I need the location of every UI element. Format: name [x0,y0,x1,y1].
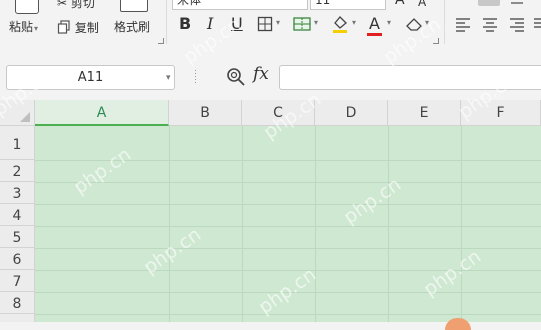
select-all-icon [20,112,30,122]
gridline [35,226,541,227]
ribbon-separator [166,0,167,44]
row-header-4[interactable]: 4 [0,204,35,226]
column-header-c[interactable]: C [242,100,315,126]
font-size-select[interactable]: 11 [310,0,386,10]
gridline [35,292,541,293]
eraser-dropdown-icon[interactable]: ▾ [425,18,429,27]
formula-input[interactable] [279,65,541,90]
fill-color-dropdown-icon[interactable]: ▾ [352,18,356,27]
gridline [35,160,541,161]
font-name-value: 宋体 [177,0,202,7]
paste-icon[interactable] [15,0,39,14]
paste-button[interactable]: 粘贴▾ [9,20,38,36]
row-header-2[interactable]: 2 [0,160,35,182]
row-header-8[interactable]: 8 [0,292,35,314]
row-header-3[interactable]: 3 [0,182,35,204]
column-header-b[interactable]: B [169,100,242,126]
insert-function-button[interactable]: fx [253,64,269,84]
merge-cells-icon[interactable] [293,16,311,32]
font-color-dropdown-icon[interactable]: ▾ [387,18,391,27]
gridline [35,248,541,249]
row-header-1[interactable]: 1 [0,126,35,160]
align-left-icon[interactable] [455,16,471,32]
copy-button[interactable]: 复制 [57,20,99,35]
fill-color-icon[interactable] [331,14,349,34]
font-name-select[interactable]: 宋体 [172,0,308,10]
align-center-icon[interactable] [482,16,498,32]
column-header-e[interactable]: E [388,100,461,126]
underline-button[interactable]: U [231,14,243,34]
row-header-9[interactable] [0,314,35,322]
paste-caret-icon: ▾ [34,24,39,33]
column-header-a[interactable]: A [35,100,169,126]
column-header-f[interactable]: F [461,100,541,126]
cut-label: 剪切 [70,0,95,10]
merge-dropdown-icon[interactable]: ▾ [314,18,318,27]
cell-reference: A11 [77,70,104,85]
font-color-button[interactable]: A [369,14,380,34]
format-painter-icon[interactable] [120,0,148,12]
zoom-search-icon[interactable] [226,67,246,87]
select-all-button[interactable] [0,100,35,126]
spreadsheet-grid: A B C D E F 1 2 3 4 5 6 7 8 [0,100,541,322]
font-color-swatch [367,33,382,36]
scissors-icon: ✂ [57,0,68,10]
borders-dropdown-icon[interactable]: ▾ [276,18,280,27]
gridline [35,270,541,271]
gridline [35,204,541,205]
bold-button[interactable]: B [179,14,191,34]
copy-icon [57,20,70,34]
format-painter-label: 格式刷 [114,20,151,34]
name-box-dropdown-icon[interactable]: ▾ [166,73,171,83]
formula-bar-separator [195,70,196,84]
borders-icon[interactable] [257,16,273,32]
ribbon-toolbar: 粘贴▾ ✂ 剪切 复制 格式刷 宋体 11 A A B I U ▾ ▾ ▾ A … [0,0,541,53]
shrink-font-button[interactable]: A [418,0,426,12]
name-box[interactable]: A11 [6,65,175,90]
clipboard-dialog-launcher-icon[interactable] [158,38,164,44]
copy-label: 复制 [74,21,99,35]
grow-font-button[interactable]: A [395,0,405,10]
row-header-7[interactable]: 7 [0,270,35,292]
format-painter-button[interactable]: 格式刷 [114,20,150,34]
gridline [35,314,541,315]
gridline [35,182,541,183]
eraser-icon[interactable] [405,16,423,32]
align-right-icon[interactable] [509,16,525,32]
column-header-d[interactable]: D [315,100,388,126]
align-middle-icon[interactable] [509,0,525,6]
row-header-5[interactable]: 5 [0,226,35,248]
justify-icon[interactable] [533,16,541,32]
row-header-6[interactable]: 6 [0,248,35,270]
cut-button[interactable]: ✂ 剪切 [57,0,95,11]
align-top-button[interactable] [478,0,500,6]
font-size-value: 11 [315,0,331,7]
italic-button[interactable]: I [207,14,213,34]
font-dialog-launcher-icon[interactable] [433,38,439,44]
ribbon-separator [444,0,445,44]
paste-label: 粘贴 [9,20,34,34]
